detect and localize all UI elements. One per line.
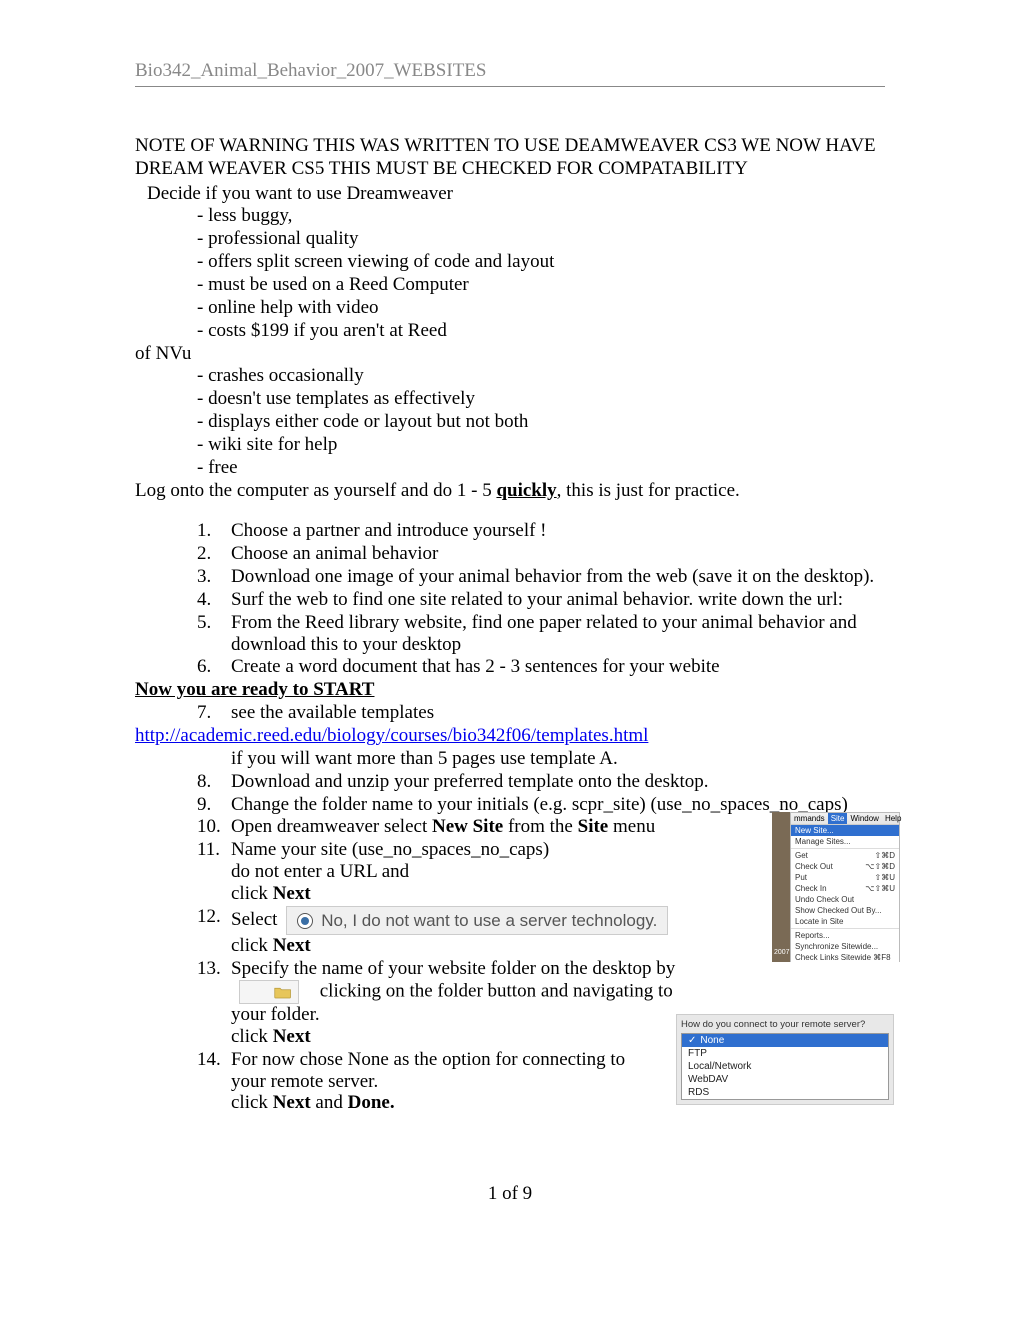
radio-label: No, I do not want to use a server techno… [321, 911, 657, 931]
connect-opt-rds[interactable]: RDS [682, 1086, 888, 1099]
menu-show-checked-out-by[interactable]: Show Checked Out By... [791, 905, 899, 916]
nvu-bullet: - free [135, 457, 885, 479]
nvu-bullet: - crashes occasionally [135, 365, 885, 387]
logon-line: Log onto the computer as yourself and do… [135, 480, 885, 502]
step-text: from the [503, 816, 577, 837]
step-7b: if you will want more than 5 pages use t… [197, 748, 885, 770]
menu-help: Help [882, 813, 902, 824]
dw-bullet: - must be used on a Reed Computer [135, 274, 885, 296]
step-bold: Site [578, 816, 609, 837]
decide-line: Decide if you want to use Dreamweaver [135, 183, 885, 205]
connect-question: How do you connect to your remote server… [681, 1019, 889, 1030]
step-7: 7.see the available templates [197, 702, 885, 724]
step-text: Change the folder name to your initials … [231, 794, 848, 815]
menubar: mmands Site Window Help [791, 813, 899, 825]
step-text: click [231, 935, 273, 956]
step-text: Surf the web to find one site related to… [231, 589, 843, 610]
dw-bullet: - costs $199 if you aren't at Reed [135, 320, 885, 342]
dw-bullet: - professional quality [135, 228, 885, 250]
menu-commands: mmands [791, 813, 828, 824]
site-menu-screenshot: 2007 mmands Site Window Help New Site...… [772, 812, 902, 962]
dw-bullet: - online help with video [135, 297, 885, 319]
menu-locate-in-site[interactable]: Locate in Site [791, 916, 899, 927]
menu-check-in[interactable]: Check In⌥⇧⌘U [791, 883, 899, 894]
nvu-bullet: - wiki site for help [135, 434, 885, 456]
ofnvu-line: of NVu [135, 343, 885, 365]
logon-quickly: quickly [496, 480, 556, 501]
step-bold: Done. [348, 1092, 395, 1113]
step-text: see the available templates [231, 702, 434, 723]
step-2: 2.Choose an animal behavior [197, 543, 885, 565]
step-text: and [311, 1092, 348, 1113]
step-text: click [231, 1026, 273, 1047]
step-bold: Next [273, 1026, 311, 1047]
menu-new-site[interactable]: New Site... [791, 825, 899, 836]
step-3: 3.Download one image of your animal beha… [197, 566, 885, 588]
step-text: Name your site (use_no_spaces_no_caps) [231, 839, 549, 860]
step-text: click [231, 1092, 273, 1113]
logon-pre: Log onto the computer as yourself and do… [135, 480, 496, 501]
step-text: Specify the name of your website folder … [231, 958, 675, 979]
connect-opt-ftp[interactable]: FTP [682, 1047, 888, 1060]
step-6: 6.Create a word document that has 2 - 3 … [197, 656, 885, 678]
page-header: Bio342_Animal_Behavior_2007_WEBSITES [135, 60, 885, 87]
steps-list: 1.Choose a partner and introduce yoursel… [135, 520, 885, 678]
step-text: Choose a partner and introduce yourself … [231, 520, 547, 541]
start-heading: Now you are ready to START [135, 679, 885, 701]
step-4: 4.Surf the web to find one site related … [197, 589, 885, 611]
menu-check-links-sitewide[interactable]: Check Links Sitewide ⌘F8 [791, 952, 899, 962]
dw-bullet: - offers split screen viewing of code an… [135, 251, 885, 273]
step-1: 1.Choose a partner and introduce yoursel… [197, 520, 885, 542]
menu-undo-check-out[interactable]: Undo Check Out [791, 894, 899, 905]
dw-bullet: - less buggy, [135, 205, 885, 227]
step-text: if you will want more than 5 pages use t… [231, 748, 618, 769]
menu-site[interactable]: Site [828, 813, 848, 824]
step-text: click [231, 883, 273, 904]
step-text: Download one image of your animal behavi… [231, 566, 874, 587]
menu-put[interactable]: Put⇧⌘U [791, 872, 899, 883]
menu-manage-sites[interactable]: Manage Sites... [791, 836, 899, 847]
nvu-bullet: - displays either code or layout but not… [135, 411, 885, 433]
step-text: Select [231, 909, 282, 930]
folder-browse-button[interactable] [239, 980, 299, 1004]
step-text: Create a word document that has 2 - 3 se… [231, 656, 720, 677]
menu-sync-sitewide[interactable]: Synchronize Sitewide... [791, 941, 899, 952]
connect-opt-none[interactable]: None [682, 1034, 888, 1047]
radio-no-server-tech[interactable]: No, I do not want to use a server techno… [286, 906, 668, 936]
step-5: 5.From the Reed library website, find on… [197, 612, 885, 656]
menu-get[interactable]: Get⇧⌘D [791, 850, 899, 861]
step-bold: Next [273, 1092, 311, 1113]
remote-server-panel: How do you connect to your remote server… [676, 1014, 894, 1105]
step-text: menu [608, 816, 655, 837]
logon-post: , this is just for practice. [557, 480, 740, 501]
step-bold: Next [273, 883, 311, 904]
connect-opt-webdav[interactable]: WebDAV [682, 1073, 888, 1086]
warning-text: NOTE OF WARNING THIS WAS WRITTEN TO USE … [135, 135, 885, 181]
steps-list-2: 7.see the available templates [135, 702, 885, 724]
step-text: For now chose None as the option for con… [231, 1049, 625, 1092]
menu-reports[interactable]: Reports... [791, 930, 899, 941]
connect-opt-local[interactable]: Local/Network [682, 1060, 888, 1073]
step-8: 8.Download and unzip your preferred temp… [197, 771, 885, 793]
connect-dropdown[interactable]: None FTP Local/Network WebDAV RDS [681, 1033, 889, 1100]
page-footer: 1 of 9 [0, 1183, 1020, 1205]
step-text: Open dreamweaver select [231, 816, 432, 837]
radio-icon [297, 913, 313, 929]
step-bold: New Site [432, 816, 503, 837]
step-text: From the Reed library website, find one … [231, 612, 857, 655]
folder-icon [274, 985, 292, 999]
menu-check-out[interactable]: Check Out⌥⇧⌘D [791, 861, 899, 872]
menu-window: Window [847, 813, 881, 824]
step-bold: Next [273, 935, 311, 956]
nvu-bullet: - doesn't use templates as effectively [135, 388, 885, 410]
step-text: Download and unzip your preferred templa… [231, 771, 709, 792]
templates-link[interactable]: http://academic.reed.edu/biology/courses… [135, 725, 648, 746]
step-text: Choose an animal behavior [231, 543, 438, 564]
